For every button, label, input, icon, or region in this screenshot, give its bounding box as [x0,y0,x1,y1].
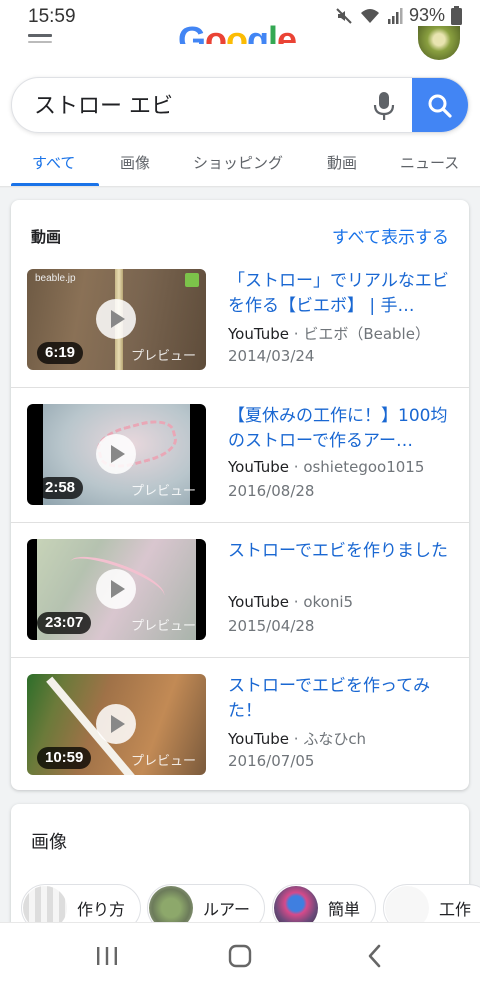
signal-icon [387,7,403,24]
wifi-icon [360,8,379,23]
channel-badge [185,273,199,287]
search-icon [428,94,452,118]
video-date: 2016/07/05 [228,752,315,770]
tab-images[interactable]: 画像 [120,152,150,173]
video-channel: oshietegoo1015 [303,458,425,476]
search-input[interactable] [34,91,354,116]
mic-icon[interactable] [372,90,396,122]
video-source: YouTube · ビエボ（Beable） [228,325,430,343]
search-tabs: すべて 画像 ショッピング 動画 ニュース [0,140,480,186]
search-box [11,77,469,133]
video-duration: 6:19 [37,342,84,364]
preview-label: プレビュー [130,619,196,634]
video-result[interactable]: beable.jp 6:19 プレビュー 「ストロー」でリアルなエビを作る【ビエ… [11,269,469,388]
tab-news[interactable]: ニュース [400,152,459,173]
video-source: YouTube · okoni5 [228,593,354,611]
images-title: 画像 [31,832,67,853]
status-icons: 93% [335,5,462,26]
video-title[interactable]: ストローでエビを作りました [228,539,453,564]
video-duration: 23:07 [37,612,92,634]
preview-label: プレビュー [130,484,196,499]
menu-icon[interactable] [28,34,52,44]
video-title[interactable]: ストローでエビを作ってみた！ [228,674,453,724]
see-all-link[interactable]: すべて表示する [332,223,449,248]
video-source: YouTube · oshietegoo1015 [228,458,425,476]
video-thumbnail[interactable]: 2:58 プレビュー [27,404,206,505]
videos-title: 動画 [31,228,62,246]
back-icon[interactable] [360,941,390,971]
search-button[interactable] [412,78,468,132]
video-title[interactable]: 【夏休みの工作に！】100均のストローで作るアー… [228,404,453,454]
header-shadow [0,186,480,188]
search-header: Google すべて 画像 ショッピング 動画 ニュース [0,22,480,186]
play-icon [96,569,136,609]
recent-apps-icon[interactable] [92,941,122,971]
google-logo[interactable]: Google [178,22,296,44]
video-date: 2014/03/24 [228,347,315,365]
video-result[interactable]: 2:58 プレビュー 【夏休みの工作に！】100均のストローで作るアー… You… [11,404,469,523]
video-source: YouTube · ふなひch [228,730,367,748]
video-date: 2015/04/28 [228,617,315,635]
video-channel: ビエボ（Beable） [303,325,430,343]
video-channel: okoni5 [303,593,354,611]
avatar[interactable] [418,26,460,60]
mute-icon [336,7,352,24]
tab-all[interactable]: すべて [32,152,75,173]
video-duration: 10:59 [37,747,92,769]
tab-videos[interactable]: 動画 [327,152,357,173]
video-result[interactable]: 23:07 プレビュー ストローでエビを作りました YouTube · okon… [11,539,469,658]
video-thumbnail[interactable]: beable.jp 6:19 プレビュー [27,269,206,370]
video-thumbnail[interactable]: 23:07 プレビュー [27,539,206,640]
system-nav-bar [0,922,480,987]
video-date: 2016/08/28 [228,482,315,500]
videos-card: 動画 すべて表示する beable.jp 6:19 プレビュー 「ストロー」でリ… [11,200,469,790]
battery-percent: 93% [408,5,445,25]
tab-shopping[interactable]: ショッピング [193,152,283,173]
video-thumbnail[interactable]: 10:59 プレビュー [27,674,206,775]
home-icon[interactable] [225,941,255,971]
preview-label: プレビュー [130,754,196,769]
status-time: 15:59 [28,6,76,27]
play-icon [96,434,136,474]
video-duration: 2:58 [37,477,84,499]
preview-label: プレビュー [130,349,196,364]
video-result[interactable]: 10:59 プレビュー ストローでエビを作ってみた！ YouTube · ふなひ… [11,674,469,784]
play-icon [96,299,136,339]
video-channel: ふなひch [303,730,367,748]
play-icon [96,704,136,744]
battery-icon [451,6,462,25]
thumbnail-watermark: beable.jp [35,273,76,284]
video-title[interactable]: 「ストロー」でリアルなエビを作る【ビエボ】 | 手… [228,269,453,319]
